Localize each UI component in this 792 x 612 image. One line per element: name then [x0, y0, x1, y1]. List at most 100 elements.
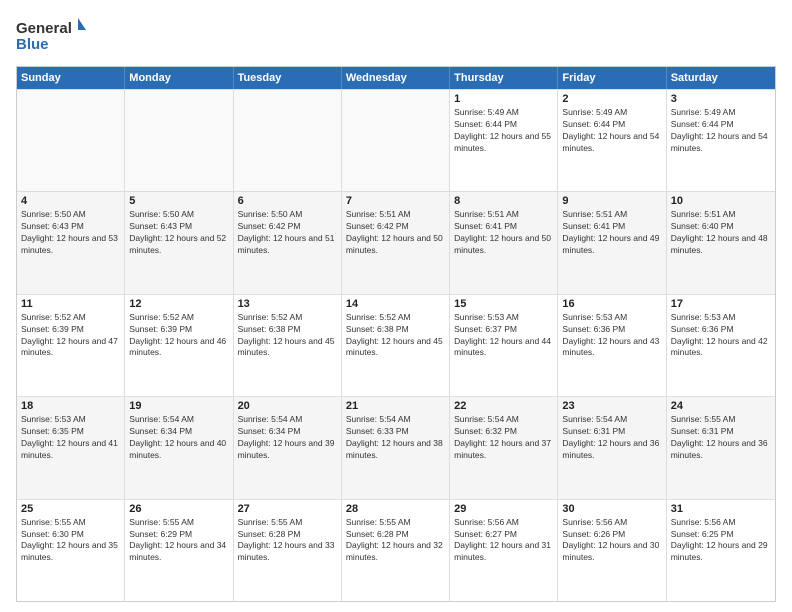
header-day-tuesday: Tuesday — [234, 67, 342, 89]
day-info: Sunrise: 5:53 AMSunset: 6:36 PMDaylight:… — [562, 312, 661, 360]
day-cell-7: 7Sunrise: 5:51 AMSunset: 6:42 PMDaylight… — [342, 192, 450, 293]
day-info: Sunrise: 5:56 AMSunset: 6:27 PMDaylight:… — [454, 517, 553, 565]
header-day-saturday: Saturday — [667, 67, 775, 89]
day-info: Sunrise: 5:54 AMSunset: 6:31 PMDaylight:… — [562, 414, 661, 462]
day-cell-1: 1 Sunrise: 5:49 AMSunset: 6:44 PMDaylight… — [450, 90, 558, 191]
calendar-header: SundayMondayTuesdayWednesdayThursdayFrid… — [17, 67, 775, 89]
day-cell-4: 4 Sunrise: 5:50 AMSunset: 6:43 PMDaylight… — [17, 192, 125, 293]
day-cell-8: 8 Sunrise: 5:51 AMSunset: 6:41 PMDaylight… — [450, 192, 558, 293]
day-info: Sunrise: 5:50 AMSunset: 6:43 PMDaylight:… — [129, 209, 228, 257]
header-day-thursday: Thursday — [450, 67, 558, 89]
day-cell-31: 31Sunrise: 5:56 AMSunset: 6:25 PMDayligh… — [667, 500, 775, 601]
day-cell-11: 11 Sunrise: 5:52 AMSunset: 6:39 PMDayligh… — [17, 295, 125, 396]
day-info: Sunrise: 5:52 AMSunset: 6:38 PMDaylight:… — [238, 312, 337, 360]
day-number: 16 — [562, 298, 661, 310]
header-day-sunday: Sunday — [17, 67, 125, 89]
day-info: Sunrise: 5:56 AMSunset: 6:26 PMDaylight:… — [562, 517, 661, 565]
day-cell-24: 24 Sunrise: 5:55 AMSunset: 6:31 PMDayligh… — [667, 397, 775, 498]
day-cell-18: 18Sunrise: 5:53 AMSunset: 6:35 PMDayligh… — [17, 397, 125, 498]
day-info: Sunrise: 5:51 AMSunset: 6:42 PMDaylight:… — [346, 209, 445, 257]
day-number: 20 — [238, 400, 337, 412]
day-info: Sunrise: 5:55 AMSunset: 6:29 PMDaylight:… — [129, 517, 228, 565]
day-info: Sunrise: 5:51 AMSunset: 6:41 PMDaylight:… — [454, 209, 553, 257]
day-info: Sunrise: 5:55 AMSunset: 6:28 PMDaylight:… — [238, 517, 337, 565]
day-number: 10 — [671, 195, 771, 207]
day-info: Sunrise: 5:55 AMSunset: 6:28 PMDaylight:… — [346, 517, 445, 565]
calendar-body: 1 Sunrise: 5:49 AMSunset: 6:44 PMDaylight… — [17, 89, 775, 601]
day-number: 6 — [238, 195, 337, 207]
day-cell-27: 27 Sunrise: 5:55 AMSunset: 6:28 PMDayligh… — [234, 500, 342, 601]
day-info: Sunrise: 5:55 AMSunset: 6:31 PMDaylight:… — [671, 414, 771, 462]
day-info: Sunrise: 5:52 AMSunset: 6:39 PMDaylight:… — [21, 312, 120, 360]
day-info: Sunrise: 5:53 AMSunset: 6:36 PMDaylight:… — [671, 312, 771, 360]
day-number: 1 — [454, 93, 553, 105]
day-info: Sunrise: 5:54 AMSunset: 6:34 PMDaylight:… — [129, 414, 228, 462]
day-info: Sunrise: 5:50 AMSunset: 6:43 PMDaylight:… — [21, 209, 120, 257]
day-cell-10: 10Sunrise: 5:51 AMSunset: 6:40 PMDayligh… — [667, 192, 775, 293]
calendar-row-2: 4 Sunrise: 5:50 AMSunset: 6:43 PMDaylight… — [17, 191, 775, 293]
day-number: 23 — [562, 400, 661, 412]
calendar-row-4: 18Sunrise: 5:53 AMSunset: 6:35 PMDayligh… — [17, 396, 775, 498]
day-cell-3: 3Sunrise: 5:49 AMSunset: 6:44 PMDaylight… — [667, 90, 775, 191]
svg-text:Blue: Blue — [16, 36, 49, 53]
day-info: Sunrise: 5:52 AMSunset: 6:38 PMDaylight:… — [346, 312, 445, 360]
svg-text:General: General — [16, 20, 72, 37]
day-number: 2 — [562, 93, 661, 105]
day-cell-23: 23 Sunrise: 5:54 AMSunset: 6:31 PMDayligh… — [558, 397, 666, 498]
day-number: 11 — [21, 298, 120, 310]
day-cell-6: 6 Sunrise: 5:50 AMSunset: 6:42 PMDaylight… — [234, 192, 342, 293]
day-cell-13: 13 Sunrise: 5:52 AMSunset: 6:38 PMDayligh… — [234, 295, 342, 396]
day-info: Sunrise: 5:49 AMSunset: 6:44 PMDaylight:… — [562, 107, 661, 155]
day-info: Sunrise: 5:54 AMSunset: 6:32 PMDaylight:… — [454, 414, 553, 462]
day-cell-25: 25Sunrise: 5:55 AMSunset: 6:30 PMDayligh… — [17, 500, 125, 601]
day-number: 5 — [129, 195, 228, 207]
day-number: 4 — [21, 195, 120, 207]
page-header: GeneralBlue — [16, 16, 776, 56]
day-number: 14 — [346, 298, 445, 310]
day-cell-16: 16 Sunrise: 5:53 AMSunset: 6:36 PMDayligh… — [558, 295, 666, 396]
calendar-row-1: 1 Sunrise: 5:49 AMSunset: 6:44 PMDaylight… — [17, 89, 775, 191]
day-cell-15: 15 Sunrise: 5:53 AMSunset: 6:37 PMDayligh… — [450, 295, 558, 396]
day-info: Sunrise: 5:53 AMSunset: 6:37 PMDaylight:… — [454, 312, 553, 360]
day-cell-28: 28Sunrise: 5:55 AMSunset: 6:28 PMDayligh… — [342, 500, 450, 601]
calendar: SundayMondayTuesdayWednesdayThursdayFrid… — [16, 66, 776, 602]
header-day-wednesday: Wednesday — [342, 67, 450, 89]
logo-svg: GeneralBlue — [16, 16, 86, 56]
day-info: Sunrise: 5:53 AMSunset: 6:35 PMDaylight:… — [21, 414, 120, 462]
day-cell-21: 21Sunrise: 5:54 AMSunset: 6:33 PMDayligh… — [342, 397, 450, 498]
day-number: 29 — [454, 503, 553, 515]
empty-cell — [17, 90, 125, 191]
day-cell-29: 29 Sunrise: 5:56 AMSunset: 6:27 PMDayligh… — [450, 500, 558, 601]
day-info: Sunrise: 5:54 AMSunset: 6:33 PMDaylight:… — [346, 414, 445, 462]
day-number: 19 — [129, 400, 228, 412]
day-cell-26: 26 Sunrise: 5:55 AMSunset: 6:29 PMDayligh… — [125, 500, 233, 601]
day-cell-2: 2 Sunrise: 5:49 AMSunset: 6:44 PMDaylight… — [558, 90, 666, 191]
day-number: 15 — [454, 298, 553, 310]
day-cell-14: 14 Sunrise: 5:52 AMSunset: 6:38 PMDayligh… — [342, 295, 450, 396]
day-number: 26 — [129, 503, 228, 515]
header-day-friday: Friday — [558, 67, 666, 89]
day-info: Sunrise: 5:54 AMSunset: 6:34 PMDaylight:… — [238, 414, 337, 462]
empty-cell — [234, 90, 342, 191]
day-info: Sunrise: 5:51 AMSunset: 6:41 PMDaylight:… — [562, 209, 661, 257]
day-info: Sunrise: 5:52 AMSunset: 6:39 PMDaylight:… — [129, 312, 228, 360]
day-info: Sunrise: 5:50 AMSunset: 6:42 PMDaylight:… — [238, 209, 337, 257]
day-cell-12: 12Sunrise: 5:52 AMSunset: 6:39 PMDayligh… — [125, 295, 233, 396]
day-number: 8 — [454, 195, 553, 207]
day-number: 3 — [671, 93, 771, 105]
calendar-row-5: 25Sunrise: 5:55 AMSunset: 6:30 PMDayligh… — [17, 499, 775, 601]
day-info: Sunrise: 5:49 AMSunset: 6:44 PMDaylight:… — [454, 107, 553, 155]
day-number: 24 — [671, 400, 771, 412]
day-cell-19: 19 Sunrise: 5:54 AMSunset: 6:34 PMDayligh… — [125, 397, 233, 498]
day-number: 27 — [238, 503, 337, 515]
header-day-monday: Monday — [125, 67, 233, 89]
day-cell-17: 17 Sunrise: 5:53 AMSunset: 6:36 PMDayligh… — [667, 295, 775, 396]
day-number: 25 — [21, 503, 120, 515]
day-number: 13 — [238, 298, 337, 310]
day-info: Sunrise: 5:56 AMSunset: 6:25 PMDaylight:… — [671, 517, 771, 565]
day-number: 17 — [671, 298, 771, 310]
day-number: 30 — [562, 503, 661, 515]
day-number: 22 — [454, 400, 553, 412]
empty-cell — [342, 90, 450, 191]
logo: GeneralBlue — [16, 16, 86, 56]
